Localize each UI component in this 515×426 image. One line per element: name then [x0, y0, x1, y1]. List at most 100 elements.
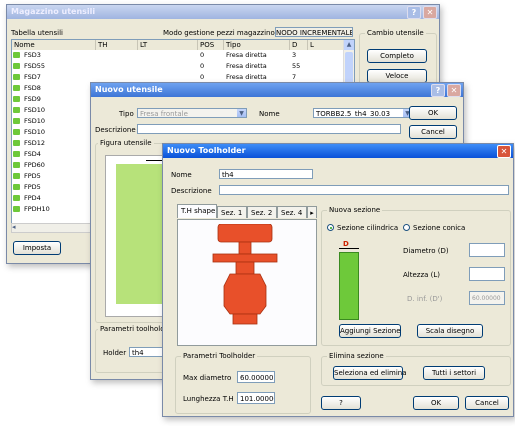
cell-name: FSD10: [24, 117, 46, 125]
completo-button[interactable]: Completo: [367, 49, 427, 63]
altezza-input[interactable]: [469, 267, 505, 281]
th-descrizione-input[interactable]: [219, 185, 509, 195]
tab-th-shape[interactable]: T.H shape: [177, 204, 217, 218]
figura-label: Figura utensile: [98, 139, 154, 147]
col-header-lt[interactable]: LT: [138, 40, 198, 50]
holder-flange: [212, 253, 278, 263]
mode-label: Modo gestione pezzi magazzino: [163, 29, 275, 37]
holder-neck: [238, 241, 252, 255]
cell-name: FPDH10: [24, 205, 50, 213]
radio-sezione-conica[interactable]: [403, 224, 410, 231]
col-header-pos[interactable]: POS: [198, 40, 224, 50]
holder-select[interactable]: th4: [129, 347, 163, 357]
th-nome-input[interactable]: th4: [219, 169, 313, 179]
tool-icon: [13, 173, 20, 179]
lunghezza-value[interactable]: 101.00000: [237, 392, 275, 404]
nuovo-utensile-titlebar[interactable]: Nuovo utensile ? ✕: [91, 83, 463, 97]
col-header-nome[interactable]: Nome: [12, 40, 96, 50]
nuovo-toolholder-window: Nuovo Toolholder ✕ Nome th4 Descrizione …: [162, 143, 514, 417]
tool-icon: [13, 63, 20, 69]
tipo-label: Tipo: [119, 110, 134, 118]
holder-tip: [232, 313, 258, 325]
col-header-th[interactable]: TH: [96, 40, 138, 50]
nuovo-toolholder-titlebar[interactable]: Nuovo Toolholder ✕: [163, 144, 513, 158]
help-icon[interactable]: ?: [431, 84, 445, 97]
tool-icon: [13, 96, 20, 102]
magazzino-titlebar[interactable]: Magazzino utensili ? ✕: [7, 5, 439, 19]
toolholder-drawing: [212, 224, 278, 325]
cell-name: FSD3: [24, 51, 41, 59]
ok-button[interactable]: OK: [409, 106, 457, 120]
cell-pos: 0: [200, 62, 205, 70]
radio-cilindrica-label: Sezione cilindrica: [337, 224, 399, 232]
scroll-up-icon[interactable]: ▲: [344, 40, 354, 50]
help-button[interactable]: ?: [321, 396, 361, 410]
table-row[interactable]: FSD55 0 Fresa diretta 55: [12, 62, 344, 71]
col-header-tipo[interactable]: Tipo: [224, 40, 290, 50]
tab-sez-2[interactable]: Sez. 2: [247, 206, 277, 218]
nuova-sezione-label: Nuova sezione: [327, 206, 383, 214]
mode-field[interactable]: NODO INCREMENTALE: [275, 27, 353, 37]
elimina-sezione-label: Elimina sezione: [327, 352, 386, 360]
radio-sezione-cilindrica[interactable]: [327, 224, 334, 231]
max-diametro-label: Max diametro: [183, 374, 232, 382]
tool-icon: [13, 195, 20, 201]
col-header-d[interactable]: D: [290, 40, 308, 50]
scroll-left-icon[interactable]: ◂: [12, 223, 16, 231]
tool-icon: [13, 74, 20, 80]
cell-d: 7: [292, 73, 297, 81]
close-icon[interactable]: ✕: [423, 6, 437, 19]
scala-disegno-button[interactable]: Scala disegno: [417, 324, 483, 338]
magazzino-title: Magazzino utensili: [11, 7, 96, 16]
imposta-button[interactable]: Imposta: [13, 241, 61, 255]
chevron-down-icon[interactable]: ▼: [237, 109, 246, 117]
cell-d: 55: [292, 62, 301, 70]
th-cancel-button[interactable]: Cancel: [465, 396, 509, 410]
close-icon[interactable]: ✕: [447, 84, 461, 97]
max-diametro-value[interactable]: 60.00000: [237, 371, 275, 383]
param-toolholder-th-group: Parametri Toolholder: [175, 352, 311, 414]
nome-select[interactable]: TORBB2.5_th4_30.03 ▼: [313, 108, 413, 118]
diam-top-label: D. inf. (D'): [407, 295, 443, 303]
holder-top-cap: [217, 224, 273, 243]
diametro-label: Diametro (D): [403, 247, 449, 255]
tab-scroll-right-icon[interactable]: ▸: [307, 206, 317, 218]
tab-sez-1[interactable]: Sez. 1: [217, 206, 247, 218]
tool-icon: [13, 129, 20, 135]
lunghezza-label: Lunghezza T.H: [183, 395, 234, 403]
aggiungi-sezione-button[interactable]: Aggiungi Sezione: [339, 324, 401, 338]
table-row[interactable]: FSD3 0 Fresa diretta 3: [12, 51, 344, 60]
veloce-button[interactable]: Veloce: [367, 69, 427, 83]
th-ok-button[interactable]: OK: [413, 396, 459, 410]
radio-conica-label: Sezione conica: [413, 224, 466, 232]
th-descrizione-label: Descrizione: [171, 187, 212, 195]
cancel-button[interactable]: Cancel: [409, 125, 457, 139]
help-icon[interactable]: ?: [407, 6, 421, 19]
descrizione-input[interactable]: [137, 124, 401, 134]
table-row[interactable]: FSD7 0 Fresa diretta 7: [12, 73, 344, 82]
close-icon[interactable]: ✕: [497, 145, 511, 158]
tabella-label: Tabella utensili: [11, 29, 63, 37]
seleziona-elimina-button[interactable]: Seleziona ed elimina: [333, 366, 407, 380]
cell-name: FPD5: [24, 183, 41, 191]
cambio-label: Cambio utensile: [365, 29, 426, 37]
holder-taper: [235, 261, 255, 275]
cell-name: FSD55: [24, 62, 46, 70]
cell-name: FPD60: [24, 161, 45, 169]
tool-icon: [13, 118, 20, 124]
section-dimension-label: D: [343, 240, 349, 248]
tab-sez-4[interactable]: Sez. 4: [277, 206, 307, 218]
col-header-l[interactable]: L: [308, 40, 344, 50]
cell-tipo: Fresa diretta: [226, 51, 267, 59]
nome-value: TORBB2.5_th4_30.03: [316, 110, 391, 118]
nuovo-utensile-title: Nuovo utensile: [95, 85, 163, 94]
tutti-settori-button[interactable]: Tutti i settori: [423, 366, 485, 380]
diam-top-input[interactable]: 60.00000: [469, 291, 505, 305]
tool-icon: [13, 206, 20, 212]
tipo-select[interactable]: Fresa frontale ▼: [137, 108, 247, 118]
cell-d: 3: [292, 51, 297, 59]
section-preview: [339, 252, 359, 320]
diametro-input[interactable]: [469, 243, 505, 257]
tool-icon: [13, 85, 20, 91]
horizontal-scrollbar[interactable]: ◂: [11, 223, 93, 233]
